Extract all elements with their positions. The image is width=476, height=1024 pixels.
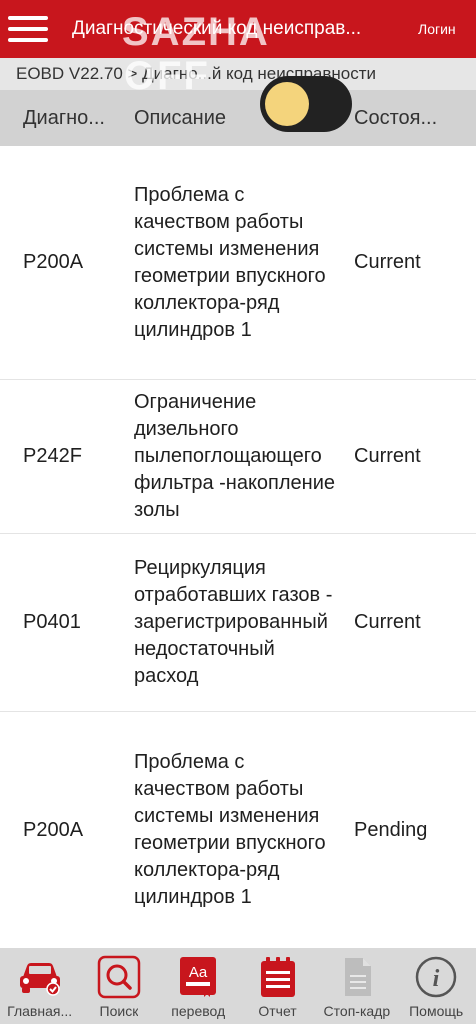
nav-search[interactable]: Поиск <box>79 948 158 1024</box>
bottom-navigation: Главная... Поиск Aa перевод Отчет Стоп-к… <box>0 948 476 1024</box>
table-row[interactable]: P200A Проблема с качеством работы систем… <box>0 712 476 948</box>
column-header-description[interactable]: Описание <box>134 90 226 146</box>
dtc-state: Current <box>354 445 421 467</box>
dtc-description: Проблема с качеством работы системы изме… <box>134 183 326 341</box>
nav-help[interactable]: i Помощь <box>396 948 475 1024</box>
dtc-code: P200A <box>23 818 84 841</box>
table-row[interactable]: P0401 Рециркуляция отработавших газов - … <box>0 534 476 712</box>
dtc-table: P200A Проблема с качеством работы систем… <box>0 146 476 948</box>
page-title: Диагностический код неисправ... <box>72 18 362 39</box>
breadcrumb: EOBD V22.70 > Диагно...й код неисправнос… <box>0 58 476 90</box>
nav-translate[interactable]: Aa перевод <box>159 948 238 1024</box>
nav-freeze-frame: Стоп-кадр <box>317 948 396 1024</box>
freeze-frame-icon <box>334 954 380 1000</box>
nav-search-label: Поиск <box>99 1003 139 1019</box>
translate-icon: Aa <box>175 954 221 1000</box>
dtc-state: Pending <box>354 818 428 841</box>
nav-home[interactable]: Главная... <box>0 948 79 1024</box>
overlay-toggle-switch[interactable] <box>260 76 352 132</box>
toggle-knob[interactable] <box>265 82 309 126</box>
nav-home-label: Главная... <box>7 1003 73 1019</box>
nav-freeze-frame-label: Стоп-кадр <box>323 1003 391 1019</box>
dtc-description: Рециркуляция отработавших газов - зареги… <box>134 557 333 687</box>
help-icon: i <box>413 954 459 1000</box>
login-button[interactable]: Логин <box>418 21 456 37</box>
dtc-state: Current <box>354 251 421 273</box>
top-app-bar: Диагностический код неисправ... Логин <box>0 0 476 58</box>
car-home-icon <box>17 954 63 1000</box>
nav-translate-label: перевод <box>171 1003 226 1019</box>
table-row[interactable]: P200A Проблема с качеством работы систем… <box>0 146 476 380</box>
report-icon <box>255 954 301 1000</box>
svg-text:i: i <box>433 966 440 992</box>
dtc-description: Проблема с качеством работы системы изме… <box>134 751 326 908</box>
dtc-code: P0401 <box>23 611 81 633</box>
table-row[interactable]: P242F Ограничение дизельного пылепоглоща… <box>0 380 476 534</box>
column-header-state[interactable]: Состоя... <box>354 90 437 146</box>
hamburger-menu-icon[interactable] <box>0 0 56 58</box>
nav-help-label: Помощь <box>409 1003 464 1019</box>
dtc-state: Current <box>354 611 421 633</box>
nav-report[interactable]: Отчет <box>238 948 317 1024</box>
dtc-code: P200A <box>23 251 84 273</box>
svg-text:Aa: Aa <box>189 964 208 981</box>
dtc-description: Ограничение дизельного пылепоглощающего … <box>134 391 336 521</box>
dtc-code: P242F <box>23 445 82 467</box>
column-header-code[interactable]: Диагно... <box>23 90 105 146</box>
table-header: Диагно... Описание Состоя... <box>0 90 476 146</box>
search-icon <box>96 954 142 1000</box>
nav-report-label: Отчет <box>258 1003 297 1019</box>
